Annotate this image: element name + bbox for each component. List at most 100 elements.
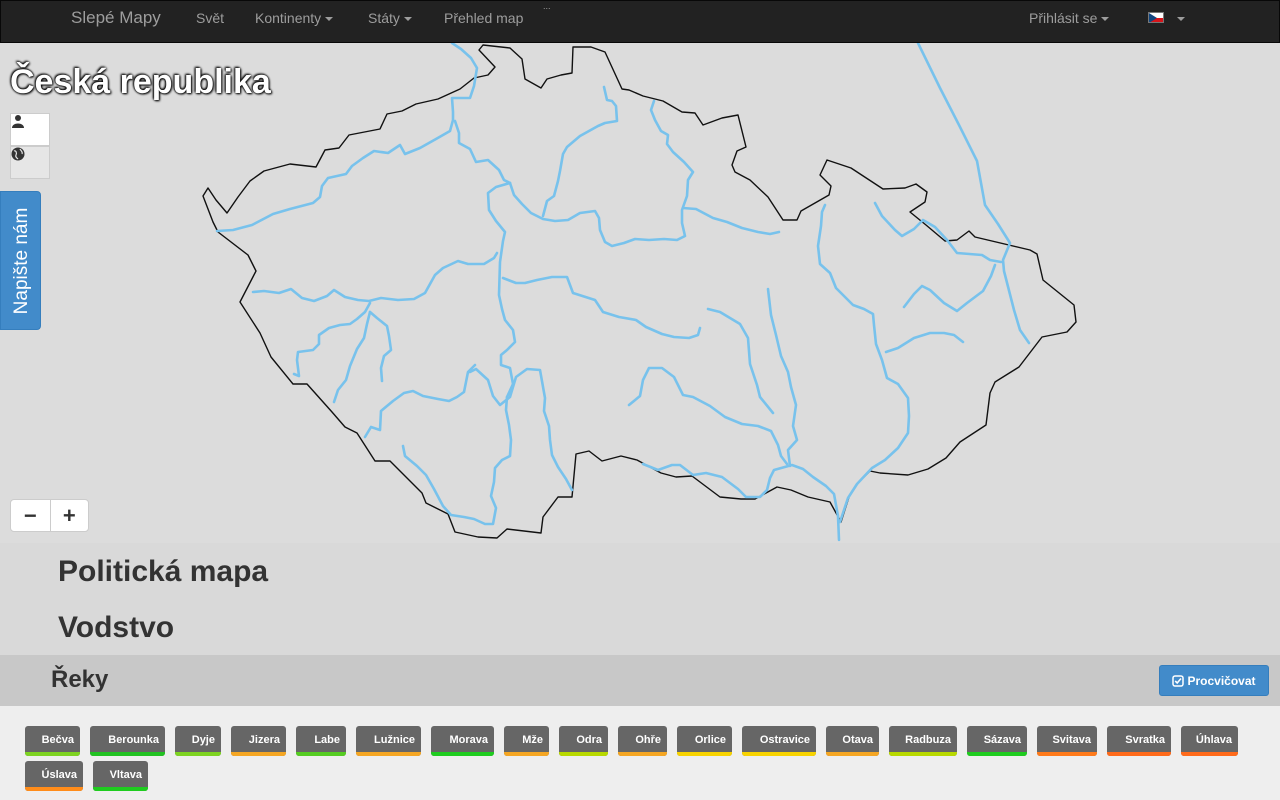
river-score-bar [677, 752, 732, 756]
zoom-control: − + [10, 499, 89, 532]
login-dropdown[interactable]: Přihlásit se [1029, 10, 1110, 26]
river-tag[interactable]: Mže [504, 726, 549, 756]
map-canvas[interactable]: Česká republika − + [0, 43, 1280, 543]
river-score-bar [431, 752, 494, 756]
zoom-in-button[interactable]: + [49, 500, 89, 531]
river-orlice [681, 206, 781, 236]
river-tag-label: Labe [314, 734, 340, 746]
user-map-button[interactable] [10, 113, 50, 146]
river-tag-label: Úhlava [1195, 734, 1232, 746]
river-tag[interactable]: Dyje [175, 726, 221, 756]
river-tag-label: Morava [449, 734, 488, 746]
feedback-tab[interactable]: Napište nám [0, 191, 41, 330]
river-svitava [706, 307, 775, 415]
language-caret-icon[interactable] [1177, 17, 1185, 21]
river-ohre [508, 99, 695, 248]
river-tag-label: Ohře [635, 734, 661, 746]
river-tag[interactable]: Úhlava [1181, 726, 1238, 756]
river-mze [292, 301, 372, 378]
practice-button[interactable]: Procvičovat [1159, 665, 1269, 696]
river-berounka [251, 251, 499, 303]
river-score-bar [25, 787, 83, 791]
river-jizera [541, 85, 619, 218]
river-tag[interactable]: Labe [296, 726, 346, 756]
river-tag-label: Orlice [694, 734, 726, 746]
nav-item-map-overview[interactable]: Přehled map [444, 10, 523, 26]
login-label: Přihlásit se [1029, 10, 1098, 26]
river-tag[interactable]: Svratka [1107, 726, 1171, 756]
river-score-bar [93, 787, 148, 791]
river-tag[interactable]: Lužnice [356, 726, 421, 756]
river-score-bar [90, 752, 165, 756]
river-tag-label: Svratka [1125, 734, 1165, 746]
river-tag-label: Bečva [41, 734, 74, 746]
river-tag-label: Ostravice [759, 734, 810, 746]
river-tag[interactable]: Vltava [93, 761, 148, 791]
river-score-bar [504, 752, 549, 756]
river-tags: Bečva Berounka Dyje Jizera Labe Lužnice … [0, 706, 1280, 800]
river-score-bar [25, 752, 80, 756]
river-tag[interactable]: Bečva [25, 726, 80, 756]
rivers-layer [215, 43, 1031, 542]
river-tag-label: Jizera [248, 734, 280, 746]
river-tag-label: Radbuza [905, 734, 951, 746]
river-vltava-upper [486, 181, 517, 399]
nav-item-continents[interactable]: Kontinenty [255, 10, 334, 26]
river-tag[interactable]: Jizera [231, 726, 286, 756]
river-score-bar [231, 752, 286, 756]
river-tag-label: Dyje [191, 734, 215, 746]
river-tag-label: Berounka [108, 734, 159, 746]
river-tag[interactable]: Otava [826, 726, 879, 756]
river-tag-label: Otava [842, 734, 873, 746]
river-tag[interactable]: Úslava [25, 761, 83, 791]
nav-item-states-label: Státy [368, 10, 400, 26]
section-water[interactable]: Vodstvo [0, 599, 1280, 655]
caret-down-icon [403, 17, 412, 22]
river-tag[interactable]: Orlice [677, 726, 732, 756]
river-score-bar [559, 752, 608, 756]
subsection-title: Řeky [51, 666, 109, 693]
czech-flag-icon[interactable] [1148, 12, 1164, 23]
globe-map-button[interactable] [10, 146, 50, 179]
nav-item-world[interactable]: Svět [196, 10, 224, 26]
subsection-rivers: Řeky Procvičovat [0, 655, 1280, 706]
river-tag-label: Úslava [41, 769, 77, 781]
map-title: Česká republika [10, 63, 271, 101]
river-tag[interactable]: Ohře [618, 726, 667, 756]
river-luznice [468, 367, 574, 492]
czech-map-svg [202, 43, 1077, 542]
nav-item-states[interactable]: Státy [368, 10, 412, 26]
river-tag[interactable]: Ostravice [742, 726, 816, 756]
caret-down-icon [1101, 17, 1110, 22]
practice-button-label: Procvičovat [1187, 673, 1256, 688]
river-tag-label: Mže [522, 734, 543, 746]
river-dyje [766, 287, 799, 468]
river-sazava [501, 275, 702, 340]
river-tag[interactable]: Radbuza [889, 726, 957, 756]
river-score-bar [967, 752, 1027, 756]
river-tag[interactable]: Odra [559, 726, 608, 756]
river-tag[interactable]: Morava [431, 726, 494, 756]
river-tag-label: Lužnice [374, 734, 415, 746]
section-title: Politická mapa [58, 555, 269, 588]
river-svratka [627, 366, 789, 466]
section-title: Vodstvo [58, 611, 175, 644]
caret-down-icon [325, 17, 334, 22]
river-score-bar [356, 752, 421, 756]
globe-icon [11, 147, 25, 161]
river-tag-label: Vltava [109, 769, 142, 781]
river-tag-label: Sázava [983, 734, 1021, 746]
brand-link[interactable]: Slepé Mapy [71, 8, 161, 28]
river-tag[interactable]: Sázava [967, 726, 1027, 756]
river-score-bar [1037, 752, 1097, 756]
nav-item-continents-label: Kontinenty [255, 10, 322, 26]
river-tag[interactable]: Berounka [90, 726, 165, 756]
river-tag[interactable]: Svitava [1037, 726, 1097, 756]
section-political-map[interactable]: Politická mapa [0, 543, 1280, 599]
river-score-bar [1181, 752, 1238, 756]
river-score-bar [826, 752, 879, 756]
river-jizera-lower [453, 119, 512, 185]
river-tag-label: Odra [576, 734, 602, 746]
river-uhlava [368, 310, 393, 383]
zoom-out-button[interactable]: − [11, 500, 50, 531]
